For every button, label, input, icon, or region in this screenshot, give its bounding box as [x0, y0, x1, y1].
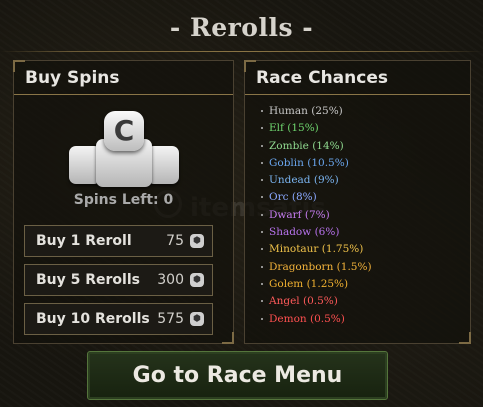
race-item: Human (25%): [245, 103, 470, 120]
bullet-icon: [261, 161, 263, 164]
race-chance-text: Shadow (6%): [269, 226, 340, 239]
bullet-icon: [261, 231, 263, 234]
buy-10-rerolls-button[interactable]: Buy 10 Rerolls 575 ⬢: [24, 303, 213, 335]
race-item: Orc (8%): [245, 189, 470, 206]
bullet-icon: [261, 127, 263, 130]
buy-5-rerolls-button[interactable]: Buy 5 Rerolls 300 ⬢: [24, 264, 213, 296]
race-chance-text: Angel (0.5%): [269, 295, 338, 308]
race-chances-heading: Race Chances: [245, 61, 470, 95]
race-chance-text: Zombie (14%): [269, 139, 344, 152]
bullet-icon: [261, 282, 263, 285]
buy-option-label: Buy 10 Rerolls: [36, 311, 150, 327]
bullet-icon: [261, 248, 263, 251]
bullet-icon: [261, 265, 263, 268]
robux-icon: ⬢: [190, 273, 204, 287]
buy-option-price: 75: [166, 233, 184, 249]
buy-spins-heading: Buy Spins: [14, 61, 233, 95]
race-chance-text: Demon (0.5%): [269, 312, 345, 325]
race-chance-text: Undead (9%): [269, 174, 339, 187]
race-chances-panel: Race Chances Human (25%) Elf (15%) Zombie …: [244, 60, 471, 344]
buy-spins-panel: Buy Spins C Spins Left: 0 Buy 1 Reroll 7…: [13, 60, 234, 344]
page-title: - Rerolls -: [169, 13, 314, 42]
race-item: Minotaur (1.75%): [245, 241, 470, 258]
race-item: Zombie (14%): [245, 138, 470, 155]
race-chance-text: Goblin (10.5%): [269, 156, 349, 169]
race-chance-text: Dwarf (7%): [269, 208, 330, 221]
race-chance-text: Orc (8%): [269, 191, 317, 204]
buy-1-reroll-button[interactable]: Buy 1 Reroll 75 ⬢: [24, 225, 213, 257]
race-item: Demon (0.5%): [245, 311, 470, 328]
race-chance-text: Elf (15%): [269, 122, 319, 135]
race-chance-text: Golem (1.25%): [269, 277, 349, 290]
race-chance-text: Minotaur (1.75%): [269, 243, 364, 256]
spins-left-label: Spins Left: 0: [73, 192, 174, 208]
robux-icon: ⬢: [190, 312, 204, 326]
buy-option-price: 575: [157, 311, 184, 327]
buy-option-price: 300: [157, 272, 184, 288]
spin-token-icon: C: [66, 111, 182, 191]
bullet-icon: [261, 179, 263, 182]
bullet-icon: [261, 300, 263, 303]
race-item: Dwarf (7%): [245, 207, 470, 224]
bullet-icon: [261, 144, 263, 147]
race-item: Goblin (10.5%): [245, 155, 470, 172]
race-item: Dragonborn (1.5%): [245, 259, 470, 276]
coin-icon: C: [104, 111, 144, 151]
buy-option-label: Buy 5 Rerolls: [36, 272, 140, 288]
buy-option-label: Buy 1 Reroll: [36, 233, 132, 249]
race-item: Golem (1.25%): [245, 276, 470, 293]
race-item: Shadow (6%): [245, 224, 470, 241]
race-chance-text: Dragonborn (1.5%): [269, 260, 372, 273]
bullet-icon: [261, 196, 263, 199]
race-list: Human (25%) Elf (15%) Zombie (14%) Goblin (…: [245, 103, 470, 328]
robux-icon: ⬢: [190, 234, 204, 248]
bullet-icon: [261, 213, 263, 216]
race-item: Angel (0.5%): [245, 293, 470, 310]
race-item: Undead (9%): [245, 172, 470, 189]
go-to-race-menu-button[interactable]: Go to Race Menu: [87, 351, 388, 400]
bullet-icon: [261, 317, 263, 320]
title-divider: [0, 51, 483, 52]
bullet-icon: [261, 110, 263, 112]
race-item: Elf (15%): [245, 120, 470, 137]
race-chance-text: Human (25%): [269, 105, 343, 117]
